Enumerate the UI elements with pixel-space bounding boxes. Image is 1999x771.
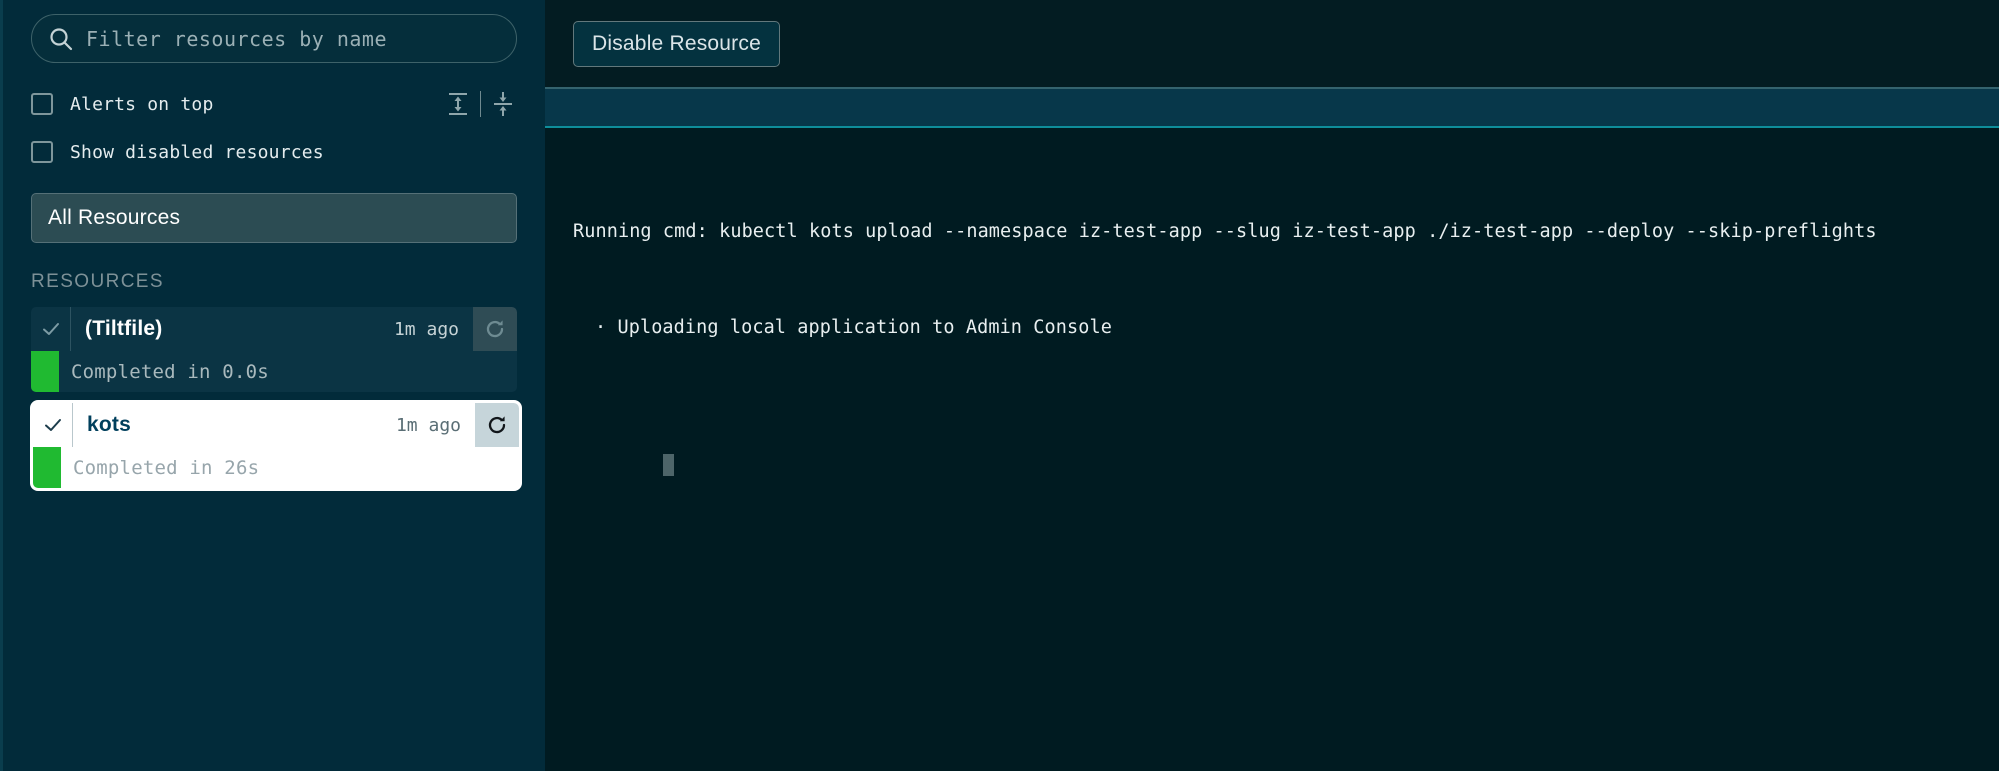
all-resources-button[interactable]: All Resources <box>31 193 517 243</box>
log-line: Running cmd: kubectl kots upload --names… <box>573 221 1877 242</box>
expand-all-icon[interactable] <box>446 90 470 118</box>
terminal-cursor <box>662 454 674 476</box>
resource-item-tiltfile[interactable]: (Tiltfile) 1m ago Completed in 0.0s <box>31 307 517 392</box>
show-disabled-resources-label: Show disabled resources <box>70 141 324 163</box>
show-disabled-resources-row[interactable]: Show disabled resources <box>31 133 517 171</box>
resource-timestamp: 1m ago <box>395 414 461 436</box>
log-line: · Uploading local application to Admin C… <box>595 317 1112 338</box>
status-bar <box>31 351 59 392</box>
sidebar: Alerts on top <box>0 0 545 771</box>
resource-header: (Tiltfile) 1m ago <box>31 307 517 351</box>
main-pane: Disable Resource Running cmd: kubectl ko… <box>545 0 1999 771</box>
check-icon[interactable] <box>31 307 71 351</box>
main-header: Disable Resource <box>545 0 1999 87</box>
collapse-all-icon[interactable] <box>491 90 515 118</box>
resource-list: (Tiltfile) 1m ago Completed in 0.0s kots… <box>31 307 519 488</box>
disable-resource-button[interactable]: Disable Resource <box>573 20 780 67</box>
sort-divider <box>480 91 481 117</box>
log-pane[interactable]: Running cmd: kubectl kots upload --names… <box>545 128 1999 771</box>
search-box[interactable] <box>31 14 517 63</box>
resource-name[interactable]: (Tiltfile) <box>71 307 394 351</box>
resource-item-kots[interactable]: kots 1m ago Completed in 26s <box>33 403 519 488</box>
search-icon <box>48 26 74 52</box>
search-input[interactable] <box>86 26 500 51</box>
alerts-on-top-checkbox[interactable] <box>31 93 53 115</box>
resource-name[interactable]: kots <box>73 403 396 447</box>
log-cursor-row <box>573 408 1999 519</box>
check-icon[interactable] <box>33 403 73 447</box>
resource-status-row: Completed in 0.0s <box>31 351 517 392</box>
resource-status-text: Completed in 26s <box>73 456 260 479</box>
alerts-on-top-label: Alerts on top <box>70 93 214 115</box>
refresh-icon[interactable] <box>473 307 517 351</box>
all-resources-label: All Resources <box>48 206 181 229</box>
status-bar <box>33 447 61 488</box>
resource-header: kots 1m ago <box>33 403 519 447</box>
alerts-on-top-row[interactable]: Alerts on top <box>31 85 517 123</box>
resources-heading: RESOURCES <box>31 271 164 292</box>
resource-status-row: Completed in 26s <box>33 447 519 488</box>
resource-timestamp: 1m ago <box>393 318 459 340</box>
refresh-icon[interactable] <box>475 403 519 447</box>
show-disabled-resources-checkbox[interactable] <box>31 141 53 163</box>
resource-status-text: Completed in 0.0s <box>71 360 269 383</box>
sort-controls <box>446 90 515 118</box>
tilt-app-window: Alerts on top <box>0 0 1999 771</box>
resource-status-band <box>545 87 1999 128</box>
